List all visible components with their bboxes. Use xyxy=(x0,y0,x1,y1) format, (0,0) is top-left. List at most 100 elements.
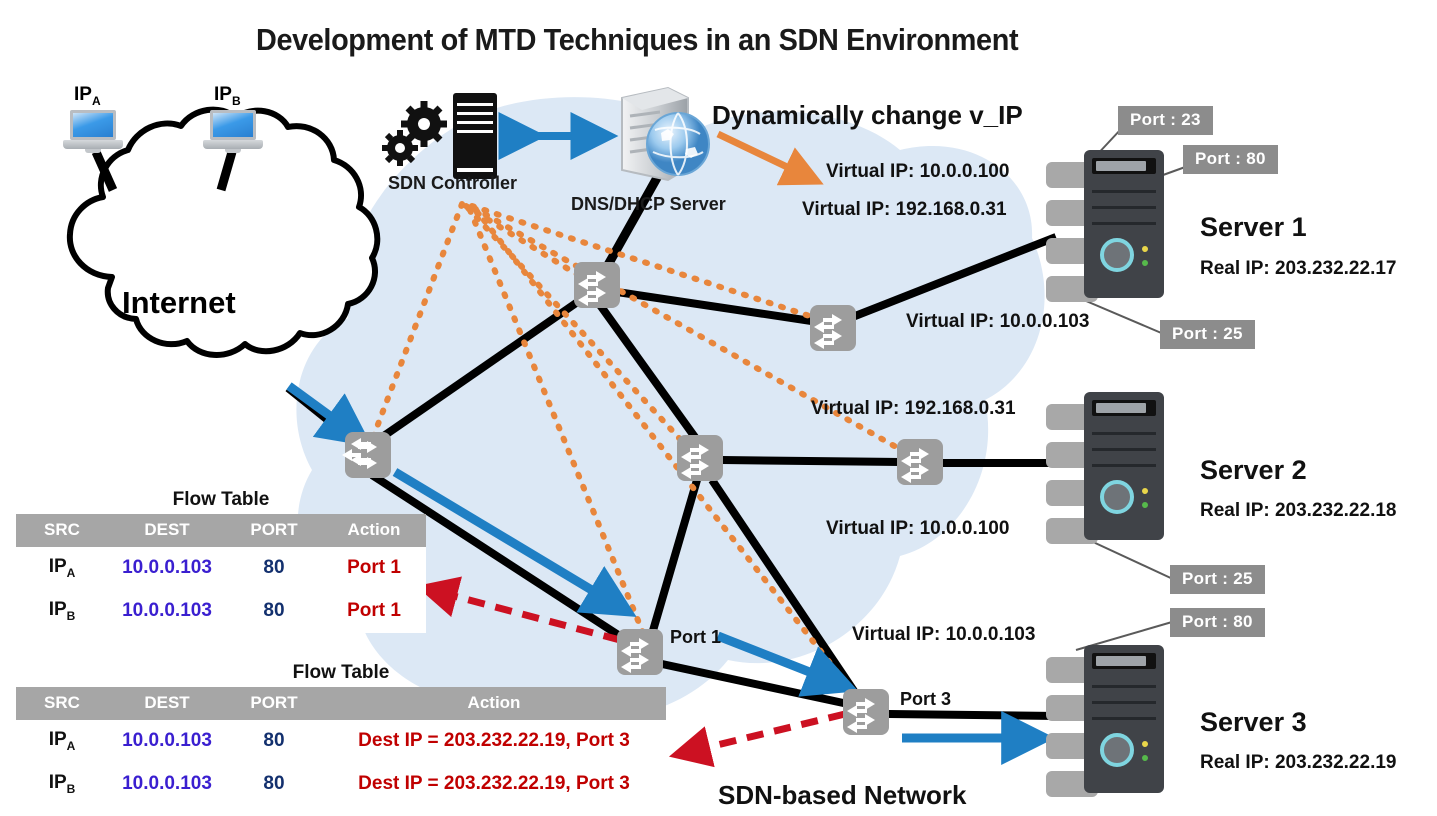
cell-src: IPB xyxy=(16,762,108,806)
table-header-row: SRC DEST PORT Action xyxy=(16,514,426,547)
cell-src-text: IP xyxy=(48,598,67,620)
table-row: IPB 10.0.0.103 80 Port 1 xyxy=(16,589,426,633)
virtual-ip-label-s1-c: Virtual IP: 10.0.0.103 xyxy=(906,311,1090,332)
cell-dest: 10.0.0.103 xyxy=(108,547,226,590)
server-1-real-ip: Real IP: 203.232.22.17 xyxy=(1200,258,1397,279)
sdn-controller-icon[interactable] xyxy=(453,93,497,179)
port-tag-80-s1: Port : 80 xyxy=(1183,145,1278,174)
cell-action: Port 1 xyxy=(322,547,426,590)
controller-slot xyxy=(457,112,493,115)
switch-icon[interactable] xyxy=(574,262,620,308)
dns-dhcp-server-label: DNS/DHCP Server xyxy=(571,194,726,214)
dynamic-change-note: Dynamically change v_IP xyxy=(712,100,1023,130)
server-vent xyxy=(1092,222,1156,225)
port-tag-25-s1: Port : 25 xyxy=(1160,320,1255,349)
cell-src-sub: A xyxy=(66,738,76,753)
laptop-icon[interactable] xyxy=(203,110,263,154)
col-action: Action xyxy=(322,687,666,720)
server-vent xyxy=(1092,448,1156,451)
flow-table-2-caption: Flow Table xyxy=(292,662,390,683)
cell-port: 80 xyxy=(226,720,322,763)
server-2-name: Server 2 xyxy=(1200,455,1307,485)
server-vent xyxy=(1092,464,1156,467)
cell-src-text: IP xyxy=(48,771,67,793)
cell-action: Port 1 xyxy=(322,589,426,633)
cell-dest: 10.0.0.103 xyxy=(108,589,226,633)
cell-action: Dest IP = 203.232.22.19, Port 3 xyxy=(322,720,666,763)
cell-port: 80 xyxy=(226,547,322,590)
cell-src: IPA xyxy=(16,547,108,590)
server-led-green xyxy=(1142,755,1148,761)
dns-dhcp-server-icon xyxy=(621,86,710,182)
laptop-screen xyxy=(70,110,116,140)
sdn-network-label: SDN-based Network xyxy=(718,780,967,810)
page-title: Development of MTD Techniques in an SDN … xyxy=(256,22,1019,57)
server-1-name: Server 1 xyxy=(1200,212,1307,242)
server-led-amber xyxy=(1142,741,1148,747)
cell-port: 80 xyxy=(226,762,322,806)
server-led-amber xyxy=(1142,246,1148,252)
col-port: PORT xyxy=(226,514,322,547)
server-optical-bay xyxy=(1092,158,1156,174)
virtual-ip-label-s1-a: Virtual IP: 10.0.0.100 xyxy=(826,161,1010,182)
cell-src: IPA xyxy=(16,720,108,763)
switch-icon[interactable] xyxy=(897,439,943,485)
col-action: Action xyxy=(322,514,426,547)
host-b-label: IPB xyxy=(214,84,241,108)
host-a-label-text: IP xyxy=(74,84,92,105)
virtual-ip-label-s2-b: Virtual IP: 10.0.0.100 xyxy=(826,518,1010,539)
server-led-green xyxy=(1142,502,1148,508)
switch-icon[interactable] xyxy=(810,305,856,351)
switch-icon[interactable] xyxy=(677,435,723,481)
table-row: IPA 10.0.0.103 80 Port 1 xyxy=(16,547,426,590)
cell-src: IPB xyxy=(16,589,108,633)
switch-port-label-1: Port 1 xyxy=(670,627,722,647)
virtual-ip-label-s2-a: Virtual IP: 192.168.0.31 xyxy=(811,398,1016,419)
diagram-canvas: Development of MTD Techniques in an SDN … xyxy=(0,0,1437,816)
host-a-label: IPA xyxy=(74,84,101,108)
server-tower-icon[interactable] xyxy=(1084,150,1164,298)
switch-icon[interactable] xyxy=(843,689,889,735)
col-port: PORT xyxy=(226,687,322,720)
switch-icon[interactable] xyxy=(342,432,391,478)
laptop-icon[interactable] xyxy=(63,110,123,154)
virtual-ip-label-s3-a: Virtual IP: 10.0.0.103 xyxy=(852,624,1036,645)
host-a-sub: A xyxy=(91,93,101,108)
server-vent xyxy=(1092,190,1156,193)
server-2-real-ip: Real IP: 203.232.22.18 xyxy=(1200,500,1397,521)
server-3-real-ip: Real IP: 203.232.22.19 xyxy=(1200,752,1397,773)
internet-cloud-label: Internet xyxy=(122,285,236,320)
port-tag-25-s2: Port : 25 xyxy=(1170,565,1265,594)
server-led-amber xyxy=(1142,488,1148,494)
host-b-sub: B xyxy=(231,93,241,108)
switch-port-label-3: Port 3 xyxy=(900,689,952,709)
server-dial xyxy=(1100,238,1134,272)
col-dest: DEST xyxy=(108,687,226,720)
laptop-base xyxy=(63,140,123,149)
controller-slot xyxy=(457,103,493,106)
cell-src-text: IP xyxy=(48,556,67,577)
cell-src-sub: B xyxy=(66,608,76,623)
cell-src-sub: A xyxy=(66,565,76,580)
port-tag-23: Port : 23 xyxy=(1118,106,1213,135)
table-row: IPA 10.0.0.103 80 Dest IP = 203.232.22.1… xyxy=(16,720,666,763)
server-optical-bay xyxy=(1092,653,1156,669)
laptop-touchpad xyxy=(85,149,101,153)
server-tower-icon[interactable] xyxy=(1084,645,1164,793)
laptop-touchpad xyxy=(225,149,241,153)
server-tower-icon[interactable] xyxy=(1084,392,1164,540)
laptop-screen xyxy=(210,110,256,140)
server-dial xyxy=(1100,733,1134,767)
controller-slot xyxy=(457,130,493,133)
flow-table-1: Flow Table SRC DEST PORT Action IPA 10.0… xyxy=(16,489,426,633)
col-src: SRC xyxy=(16,514,108,547)
server-optical-bay xyxy=(1092,400,1156,416)
cell-dest: 10.0.0.103 xyxy=(108,762,226,806)
sdn-controller-label: SDN Controller xyxy=(388,173,518,193)
cell-src-sub: B xyxy=(66,781,76,796)
col-dest: DEST xyxy=(108,514,226,547)
server-vent xyxy=(1092,701,1156,704)
cell-dest: 10.0.0.103 xyxy=(108,720,226,763)
server-vent xyxy=(1092,206,1156,209)
flow-table-2: Flow Table SRC DEST PORT Action IPA 10.0… xyxy=(16,662,666,806)
